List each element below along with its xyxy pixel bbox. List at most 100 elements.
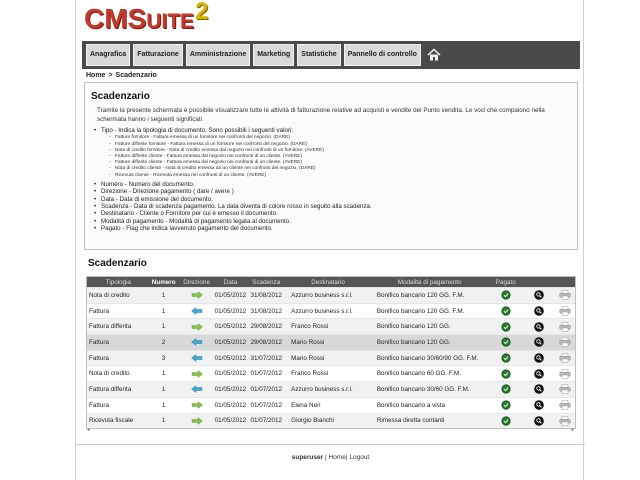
cell-data: 01/05/2012 <box>214 307 247 315</box>
cell-tipologia: Nota di credito <box>89 370 130 378</box>
arrow-left-icon <box>180 354 214 363</box>
table-header: Tipologia Numero Direzione Data Scadenza… <box>87 277 575 287</box>
check-circle-icon[interactable] <box>488 384 523 395</box>
cell-numero: 1 <box>161 417 166 425</box>
footer-logout-link[interactable]: Logout <box>349 454 369 461</box>
home-icon[interactable] <box>427 48 441 62</box>
check-circle-icon[interactable] <box>488 353 523 363</box>
check-circle-icon[interactable] <box>488 290 523 300</box>
magnifier-icon[interactable] <box>523 321 555 332</box>
table-row[interactable]: Fattura 3 01/05/2012 31/07/2012 Mario Rossi B… <box>87 349 575 366</box>
table-row[interactable]: Fattura differita 1 01/05/2012 29/08/2012 Fr… <box>87 318 575 335</box>
page-frame: CMSUITE 2 Anagrafica Fatturazione Ammini… <box>75 0 585 480</box>
printer-icon[interactable] <box>555 416 575 426</box>
table-row[interactable]: Nota di credito 1 01/05/2012 01/07/2012 Fran… <box>87 365 575 381</box>
table-row[interactable]: Fattura differita 1 01/05/2012 01/07/2012 Az… <box>87 381 575 397</box>
magnifier-icon[interactable] <box>523 306 555 316</box>
header-direzione[interactable]: Direzione <box>180 279 214 286</box>
tipo-values-list: Fatture fornitore - Fattura emessa di un… <box>109 135 571 179</box>
header-modalita[interactable]: Modalità di pagamento <box>371 279 489 286</box>
cell-tipologia: Nota di credito <box>89 291 130 299</box>
cell-modalita: Bonifico bancario 30/60/90 GG. F.M. <box>376 354 479 362</box>
cell-scadenza: 31/08/2012 <box>250 291 282 299</box>
cell-scadenza: 29/08/2012 <box>250 323 282 331</box>
magnifier-icon[interactable] <box>523 384 555 395</box>
nav-amministrazione[interactable]: Amministrazione <box>185 44 251 66</box>
help-title: Scadenzario <box>91 91 150 102</box>
header-tipologia[interactable]: Tipologia <box>87 279 148 286</box>
check-circle-icon[interactable] <box>488 369 523 379</box>
header-numero[interactable]: Numero <box>148 279 180 286</box>
scroll-right-icon[interactable]: ▸ <box>571 427 574 433</box>
cell-modalita: Bonifico bancario 120 GG. <box>376 323 451 331</box>
arrow-right-icon <box>180 416 214 425</box>
magnifier-icon[interactable] <box>523 337 555 348</box>
cell-tipologia: Ricevuta fiscale <box>89 417 134 425</box>
nav-statistiche[interactable]: Statistiche <box>297 44 341 66</box>
cell-numero: 3 <box>161 354 166 362</box>
arrow-right-icon <box>180 401 214 410</box>
table-row[interactable]: Nota di credito 1 01/05/2012 31/08/2012 Azzu… <box>87 287 575 303</box>
printer-icon[interactable] <box>555 337 575 348</box>
nav-fatturazione[interactable]: Fatturazione <box>133 44 183 66</box>
help-item: Scadenza - Data di scadenza pagamento. L… <box>94 203 571 211</box>
help-item: Data - Data di emissione del documento. <box>94 196 571 204</box>
cell-data: 01/05/2012 <box>214 338 247 346</box>
printer-icon[interactable] <box>555 369 575 379</box>
magnifier-icon[interactable] <box>523 368 555 379</box>
cmsuite-logo[interactable]: CMSUITE 2 <box>84 0 208 36</box>
main-navbar: Anagrafica Fatturazione Amministrazione … <box>82 41 580 69</box>
magnifier-icon[interactable] <box>523 290 555 301</box>
cell-tipologia: Fattura <box>89 401 109 409</box>
table-row[interactable]: Fattura 1 01/05/2012 31/08/2012 Azzurro busi… <box>87 302 575 319</box>
cell-modalita: Bonifico bancario 120 GG. <box>376 338 451 346</box>
printer-icon[interactable] <box>555 384 575 395</box>
printer-icon[interactable] <box>555 400 575 410</box>
cell-data: 01/05/2012 <box>214 385 247 393</box>
table-row[interactable]: Fattura 2 01/05/2012 29/08/2012 Mario Rossi B… <box>87 334 575 350</box>
cell-tipologia: Fattura differita <box>89 323 132 331</box>
cell-data: 01/05/2012 <box>214 291 247 299</box>
printer-icon[interactable] <box>555 321 575 332</box>
check-circle-icon[interactable] <box>488 322 523 332</box>
nav-anagrafica[interactable]: Anagrafica <box>86 44 131 66</box>
check-circle-icon[interactable] <box>488 337 523 348</box>
nav-marketing[interactable]: Marketing <box>253 44 295 66</box>
breadcrumb-separator: > <box>108 72 113 79</box>
check-circle-icon[interactable] <box>488 416 523 426</box>
horizontal-scrollbar[interactable]: ◂ ▸ <box>86 427 576 433</box>
check-circle-icon[interactable] <box>488 400 523 410</box>
footer-separator: | <box>324 454 327 461</box>
nav-pannello-di-controllo[interactable]: Pannello di controllo <box>343 44 421 66</box>
arrow-left-icon <box>180 338 214 347</box>
printer-icon[interactable] <box>555 353 575 363</box>
cell-destinatario: Mario Rossi <box>291 354 325 362</box>
breadcrumb-home[interactable]: Home <box>86 72 105 79</box>
footer-home-link[interactable]: Home <box>329 454 346 461</box>
arrow-right-icon <box>180 322 214 331</box>
printer-icon[interactable] <box>555 306 575 316</box>
cell-numero: 1 <box>161 385 166 393</box>
cell-modalita: Bonifico bancario 120 GG. F.M. <box>376 307 465 315</box>
logo-text: CMSUITE <box>84 3 195 34</box>
table-row[interactable]: Fattura 1 01/05/2012 01/07/2012 Elena Neri Bo… <box>87 396 575 413</box>
check-circle-icon[interactable] <box>488 306 523 316</box>
header-data[interactable]: Data <box>214 279 248 286</box>
header-destinatario[interactable]: Destinatario <box>285 279 371 286</box>
table-row[interactable]: Ricevuta fiscale 1 01/05/2012 01/07/2012 Gio… <box>87 412 575 429</box>
header-scadenza[interactable]: Scadenza <box>247 279 285 286</box>
magnifier-icon[interactable] <box>523 353 555 363</box>
scroll-left-icon[interactable]: ◂ <box>87 427 90 433</box>
magnifier-icon[interactable] <box>523 416 555 426</box>
table-body: Nota di credito 1 01/05/2012 31/08/2012 Azzu… <box>87 287 575 429</box>
cell-scadenza: 01/07/2012 <box>250 385 282 393</box>
cell-modalita: Bonifico bancario 120 GG. F.M. <box>376 291 465 299</box>
arrow-left-icon <box>180 307 214 315</box>
printer-icon[interactable] <box>555 290 575 301</box>
cell-modalita: Rimessa diretta contanti <box>376 417 445 425</box>
table-title: Scadenzario <box>88 258 147 269</box>
header-pagato[interactable]: Pagato <box>488 279 523 286</box>
cell-numero: 1 <box>161 401 166 409</box>
magnifier-icon[interactable] <box>523 400 555 410</box>
cell-destinatario: Franco Rossi <box>291 370 329 378</box>
